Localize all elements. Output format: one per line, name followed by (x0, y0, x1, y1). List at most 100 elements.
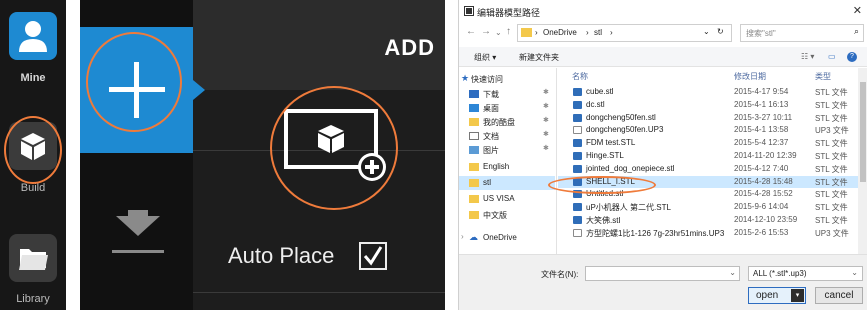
cancel-button[interactable]: cancel (815, 287, 863, 304)
file-list-scrollbar[interactable] (858, 68, 867, 254)
column-header-type[interactable]: 类型 (815, 71, 831, 82)
open-button[interactable]: open ▾ (748, 287, 806, 304)
app-icon (464, 6, 474, 16)
breadcrumb-onedrive[interactable]: OneDrive (543, 28, 577, 37)
organize-menu[interactable]: 组织 ▾ (474, 52, 496, 63)
dialog-toolbar: 组织 ▾ 新建文件夹 ☷ ▾ ▭ ? (459, 47, 867, 67)
file-name: dongcheng50fen.stl (586, 112, 656, 122)
sidebar-item-mine[interactable] (9, 12, 57, 60)
chevron-down-icon[interactable]: ⌄ (729, 268, 736, 277)
breadcrumb-sep: › (535, 28, 538, 37)
close-icon[interactable]: ✕ (853, 4, 862, 17)
file-date: 2015-5-4 12:37 (734, 138, 789, 148)
nav-item-documents[interactable]: 文档 ✱ (459, 129, 555, 143)
file-date: 2015-9-6 14:04 (734, 202, 789, 212)
search-icon: ⌕ (853, 26, 859, 36)
file-row[interactable]: dongcheng50fen.stl 2015-3-27 10:11 STL 文件 (558, 112, 858, 125)
file-row[interactable]: Hinge.STL 2014-11-20 12:39 STL 文件 (558, 150, 858, 163)
nav-item-onedrive[interactable]: › ☁ OneDrive (459, 231, 555, 245)
file-row[interactable]: jointed_dog_onepiece.stl 2015-4-12 7:40 ST… (558, 163, 858, 176)
refresh-icon[interactable]: ↻ (717, 27, 724, 36)
stl-file-icon (573, 203, 582, 212)
search-input[interactable]: 搜索"stl" ⌕ (740, 24, 864, 42)
chevron-down-icon[interactable]: ⌄ (703, 27, 710, 36)
file-date: 2015-4-17 9:54 (734, 87, 789, 96)
file-type: UP3 文件 (815, 126, 849, 136)
pin-icon: ✱ (543, 131, 549, 138)
preview-pane-icon[interactable]: ▭ (828, 52, 836, 61)
nav-item-label: stl (483, 178, 491, 187)
new-folder-button[interactable]: 新建文件夹 (519, 52, 559, 63)
address-bar[interactable]: › OneDrive › stl › ⌄ ↻ (517, 24, 732, 42)
file-type: STL 文件 (815, 139, 848, 149)
file-row[interactable]: cube.stl 2015-4-17 9:54 STL 文件 (558, 86, 858, 99)
search-placeholder: 搜索"stl" (746, 29, 776, 38)
filter-value: ALL (*.stl*.up3) (753, 269, 807, 278)
pin-icon: ✱ (543, 145, 549, 152)
file-type: STL 文件 (815, 190, 848, 200)
nav-item-us-visa[interactable]: US VISA (459, 192, 555, 206)
file-date: 2014-11-20 12:39 (734, 151, 797, 160)
file-type-filter[interactable]: ALL (*.stl*.up3) ⌄ (748, 266, 863, 281)
help-icon[interactable]: ? (847, 52, 857, 62)
pin-icon: ✱ (543, 103, 549, 110)
chevron-down-icon[interactable]: ⌄ (851, 268, 858, 277)
sidebar-item-library[interactable] (9, 234, 57, 282)
file-name: uP小机器人 第二代.STL (586, 203, 671, 213)
breadcrumb-sep: › (610, 28, 613, 37)
column-header-date[interactable]: 修改日期 (734, 71, 766, 82)
column-header-name[interactable]: 名称 (572, 71, 588, 82)
open-dropdown-icon[interactable]: ▾ (791, 289, 804, 302)
file-row[interactable]: uP小机器人 第二代.STL 2015-9-6 14:04 STL 文件 (558, 201, 858, 214)
filename-input[interactable]: ⌄ (585, 266, 740, 281)
download-icon (469, 90, 479, 98)
forward-icon[interactable]: → (481, 26, 491, 37)
desktop-icon (469, 104, 479, 112)
navigation-pane: ★ 快速访问 下载 ✱ 桌面 ✱ 我的酷盘 ✱ 文档 ✱ 图片 ✱ Englis… (459, 68, 557, 254)
nav-item-chinese[interactable]: 中文版 (459, 208, 555, 222)
nav-item-label: 我的酷盘 (483, 118, 515, 127)
file-type: UP3 文件 (815, 228, 849, 238)
file-name: dongcheng50fen.UP3 (586, 125, 664, 135)
nav-item-label: 文档 (483, 132, 499, 141)
star-icon: ★ (461, 73, 470, 83)
nav-item-desktop[interactable]: 桌面 ✱ (459, 101, 555, 115)
file-name: dc.stl (586, 99, 605, 109)
highlight-ring (548, 176, 656, 194)
nav-item-english[interactable]: English (459, 160, 555, 174)
breadcrumb-stl[interactable]: stl (594, 28, 602, 37)
folder-icon (469, 211, 479, 219)
nav-item-stl[interactable]: stl (459, 176, 555, 190)
nav-item-pictures[interactable]: 图片 ✱ (459, 143, 555, 157)
pin-icon: ✱ (543, 117, 549, 124)
auto-place-checkbox[interactable] (359, 242, 387, 270)
nav-item-downloads[interactable]: 下载 ✱ (459, 87, 555, 101)
chevron-down-icon[interactable]: ⌄ (495, 28, 502, 37)
place-on-bed-icon[interactable] (108, 210, 168, 270)
file-row[interactable]: FDM test.STL 2015-5-4 12:37 STL 文件 (558, 137, 858, 150)
file-row[interactable]: dongcheng50fen.UP3 2015-4-1 13:58 UP3 文件 (558, 124, 858, 137)
file-row[interactable]: 方型陀螺1比1-126 7g-23hr51mins.UP3 2015-2-6 15… (558, 227, 858, 240)
scrollbar-thumb[interactable] (860, 82, 866, 182)
view-options-icon[interactable]: ☷ ▾ (801, 52, 814, 61)
file-date: 2015-3-27 10:11 (734, 112, 793, 122)
document-icon (573, 228, 582, 237)
file-row[interactable]: dc.stl 2015-4-1 16:13 STL 文件 (558, 99, 858, 112)
highlight-ring (86, 32, 182, 132)
nav-item-quick-access[interactable]: ★ 快速访问 (459, 72, 555, 86)
file-type: STL 文件 (815, 100, 848, 110)
document-icon (469, 132, 479, 140)
back-icon[interactable]: ← (466, 26, 476, 37)
check-icon (363, 246, 383, 266)
folder-icon (521, 28, 532, 37)
up-icon[interactable]: ↑ (506, 26, 511, 37)
file-type: STL 文件 (815, 152, 848, 161)
nav-item-my-disk[interactable]: 我的酷盘 ✱ (459, 115, 555, 129)
chevron-right-icon: › (461, 232, 464, 241)
file-row[interactable]: 大笑佛.stl 2014-12-10 23:59 STL 文件 (558, 214, 858, 227)
folder-icon (469, 195, 479, 203)
file-date: 2015-4-12 7:40 (734, 163, 789, 173)
file-name: Hinge.STL (586, 151, 624, 160)
add-title: ADD (384, 35, 435, 60)
divider (193, 292, 445, 293)
